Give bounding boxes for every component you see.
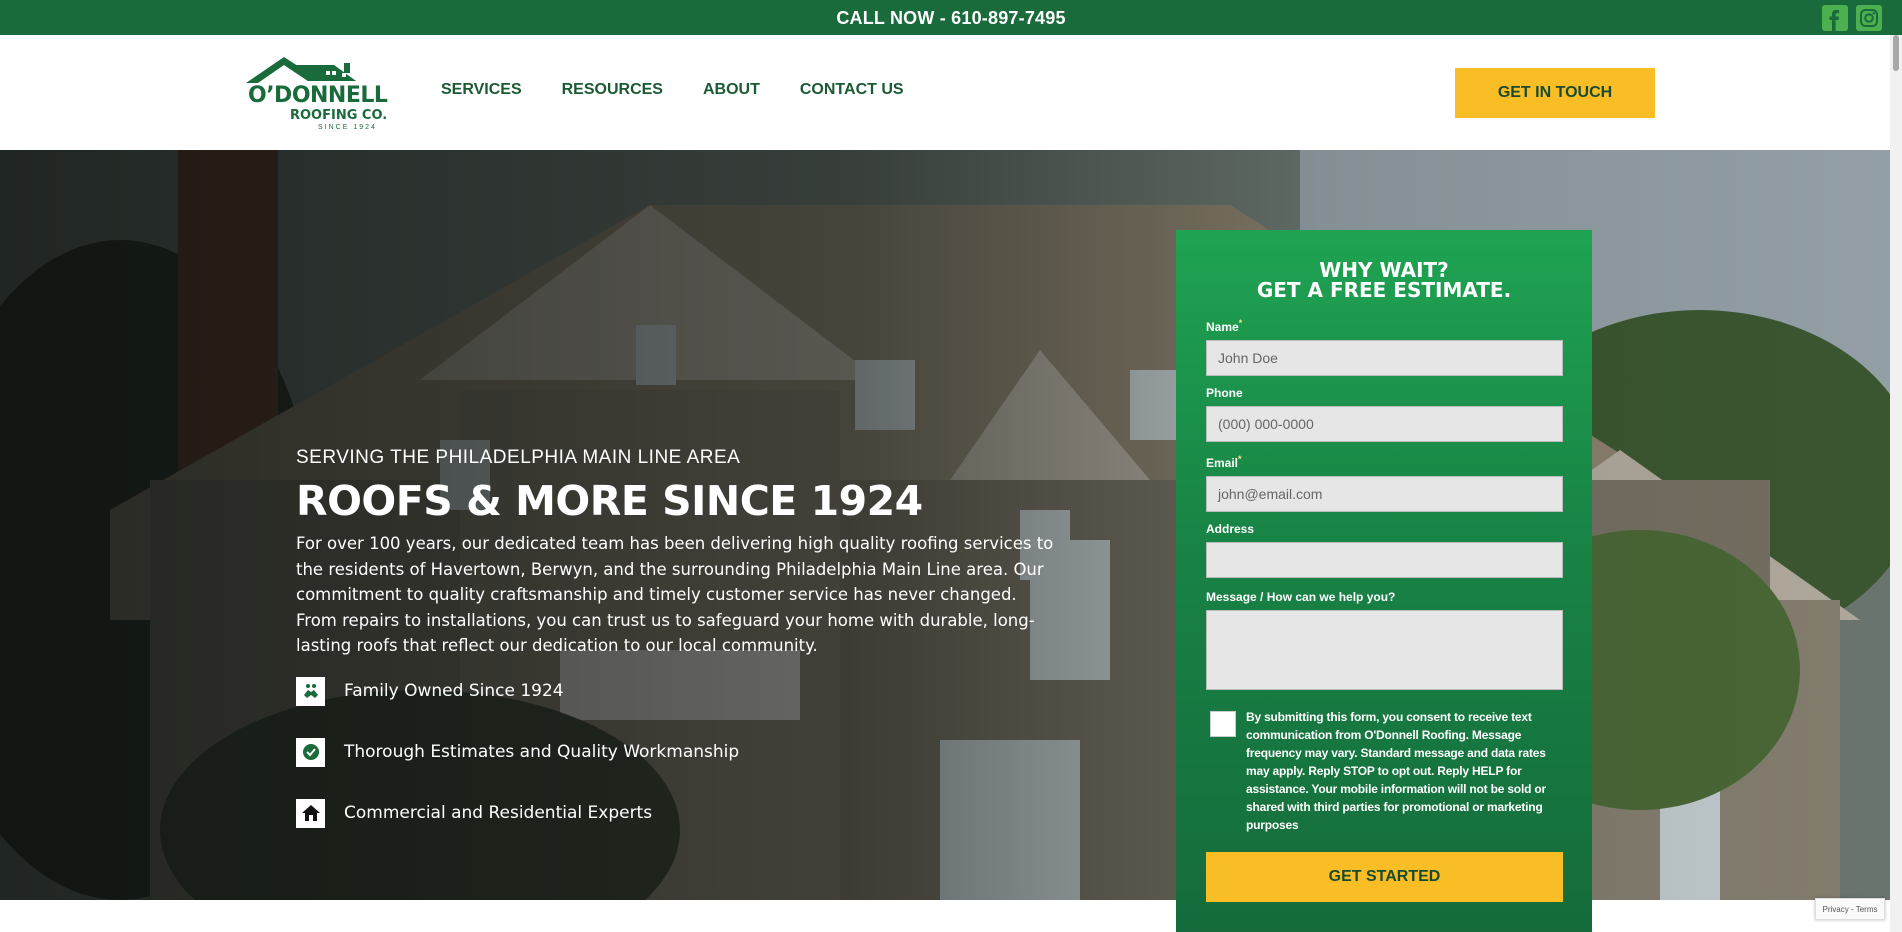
get-started-button[interactable]: GET STARTED xyxy=(1206,852,1563,902)
form-title: WHY WAIT? GET A FREE ESTIMATE. xyxy=(1176,260,1592,300)
feature-list: Family Owned Since 1924 Thorough Estimat… xyxy=(296,676,1056,828)
consent-text: By submitting this form, you consent to … xyxy=(1246,710,1546,832)
hero-description: For over 100 years, our dedicated team h… xyxy=(296,534,1054,655)
instagram-icon[interactable] xyxy=(1856,5,1882,31)
feature-item: Thorough Estimates and Quality Workmansh… xyxy=(296,737,1056,767)
page-scrollbar[interactable] xyxy=(1890,35,1902,932)
feature-label: Thorough Estimates and Quality Workmansh… xyxy=(344,742,740,762)
message-field-group: Message / How can we help you? xyxy=(1206,590,1563,690)
hero-eyebrow: SERVING THE PHILADELPHIA MAIN LINE AREA xyxy=(296,447,741,468)
message-label: Message / How can we help you? xyxy=(1206,590,1396,604)
company-logo[interactable]: O’DONNELL ROOFING CO. SINCE 1924 xyxy=(246,55,396,131)
badge-check-icon xyxy=(296,737,325,767)
address-field-group: Address xyxy=(1206,522,1563,578)
logo-since: SINCE 1924 xyxy=(318,124,377,131)
feature-item: Commercial and Residential Experts xyxy=(296,798,1056,828)
feature-label: Family Owned Since 1924 xyxy=(344,681,564,701)
get-in-touch-button[interactable]: GET IN TOUCH xyxy=(1455,68,1655,118)
form-title-line2: GET A FREE ESTIMATE. xyxy=(1256,278,1512,302)
hero-headline: ROOFS & MORE SINCE 1924 xyxy=(296,477,923,525)
hero-section: SERVING THE PHILADELPHIA MAIN LINE AREA … xyxy=(0,150,1890,900)
house-icon xyxy=(296,798,325,828)
message-textarea[interactable] xyxy=(1206,610,1563,690)
scrollbar-thumb[interactable] xyxy=(1893,35,1899,71)
facebook-icon[interactable] xyxy=(1822,5,1848,31)
logo-subtitle: ROOFING CO. xyxy=(290,108,388,123)
logo-name: O’DONNELL xyxy=(248,83,388,108)
email-label: Email* xyxy=(1206,454,1242,470)
consent-checkbox[interactable] xyxy=(1210,711,1236,737)
hero-content: SERVING THE PHILADELPHIA MAIN LINE AREA … xyxy=(296,447,1056,860)
handshake-icon xyxy=(296,676,325,706)
address-label: Address xyxy=(1206,522,1255,536)
recaptcha-badge[interactable]: Privacy - Terms xyxy=(1815,898,1885,920)
top-bar: CALL NOW - 610-897-7495 xyxy=(0,0,1902,35)
phone-field-group: Phone (000) 000-0000 xyxy=(1206,386,1563,442)
nav-resources[interactable]: RESOURCES xyxy=(562,81,663,99)
feature-label: Commercial and Residential Experts xyxy=(344,803,653,823)
nav-contact-us[interactable]: CONTACT US xyxy=(800,81,904,99)
name-label: Name* xyxy=(1206,318,1243,334)
name-input[interactable]: John Doe xyxy=(1206,340,1563,376)
main-nav: SERVICES RESOURCES ABOUT CONTACT US xyxy=(441,81,904,99)
form-title-line1: WHY WAIT? xyxy=(1319,258,1449,282)
email-field-group: Email* john@email.com xyxy=(1206,454,1563,512)
address-input[interactable] xyxy=(1206,542,1563,578)
phone-input[interactable]: (000) 000-0000 xyxy=(1206,406,1563,442)
phone-label: Phone xyxy=(1206,386,1243,400)
name-field-group: Name* John Doe xyxy=(1206,318,1563,376)
estimate-form: WHY WAIT? GET A FREE ESTIMATE. Name* Joh… xyxy=(1176,230,1592,932)
nav-about[interactable]: ABOUT xyxy=(703,81,760,99)
sms-consent: By submitting this form, you consent to … xyxy=(1206,708,1563,834)
site-header: O’DONNELL ROOFING CO. SINCE 1924 SERVICE… xyxy=(0,35,1890,150)
call-now-phone[interactable]: CALL NOW - 610-897-7495 xyxy=(0,8,1902,29)
nav-services[interactable]: SERVICES xyxy=(441,81,522,99)
feature-item: Family Owned Since 1924 xyxy=(296,676,1056,706)
email-input[interactable]: john@email.com xyxy=(1206,476,1563,512)
